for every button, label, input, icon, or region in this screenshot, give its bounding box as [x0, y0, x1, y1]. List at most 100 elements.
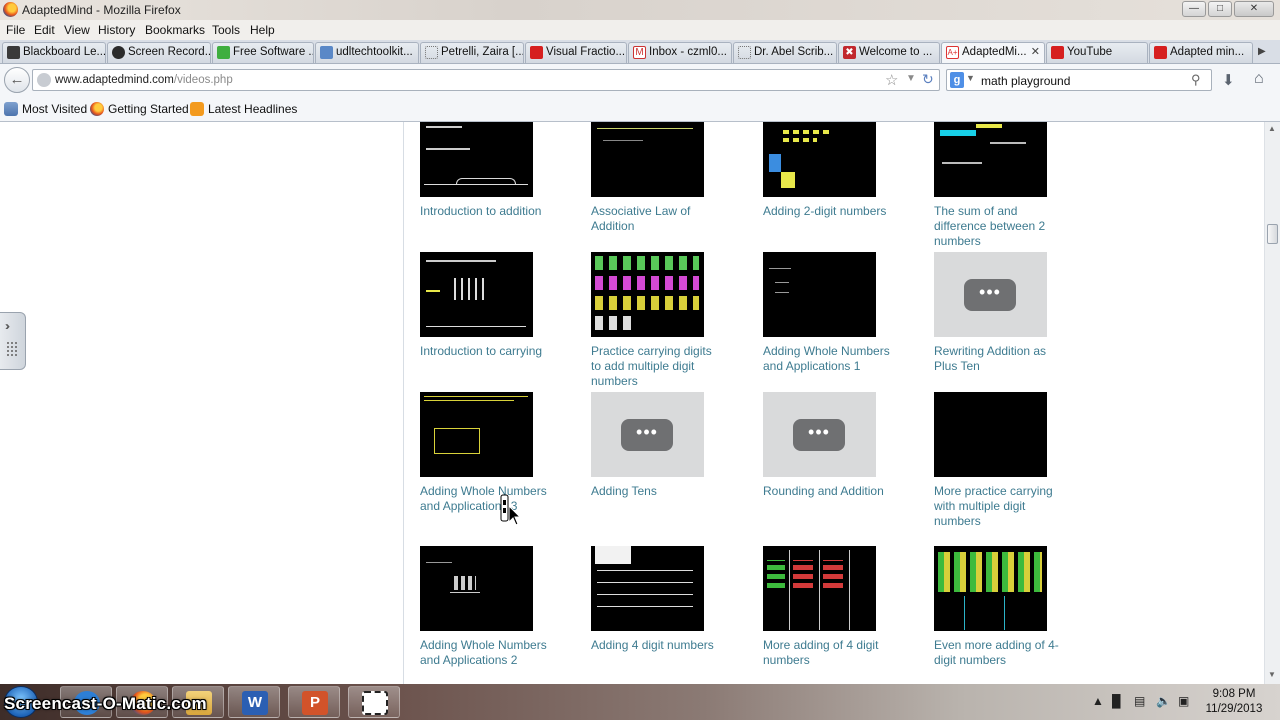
- tab-petrelli[interactable]: Petrelli, Zaira [...: [420, 42, 524, 63]
- tab-free-software[interactable]: Free Software ...: [212, 42, 314, 63]
- video-title-link[interactable]: The sum of and difference between 2 numb…: [934, 204, 1064, 249]
- taskbar-word-button[interactable]: W: [228, 686, 280, 718]
- video-thumbnail[interactable]: [934, 122, 1047, 197]
- video-thumbnail[interactable]: [763, 122, 876, 197]
- video-title-link[interactable]: Associative Law of Addition: [591, 204, 721, 234]
- video-thumbnail[interactable]: [420, 546, 533, 631]
- video-thumbnail[interactable]: [591, 252, 704, 337]
- youtube-icon: [1051, 46, 1064, 59]
- minimize-button[interactable]: —: [1182, 1, 1206, 17]
- video-thumbnail[interactable]: [934, 392, 1047, 477]
- site-identity-icon[interactable]: [37, 73, 51, 87]
- video-thumbnail[interactable]: [763, 252, 876, 337]
- maximize-button[interactable]: □: [1208, 1, 1232, 17]
- star-row: [783, 138, 817, 142]
- video-thumbnail[interactable]: [591, 122, 704, 197]
- video-title-link[interactable]: Practice carrying digits to add multiple…: [591, 344, 721, 389]
- scroll-up-icon[interactable]: ▲: [1268, 124, 1276, 133]
- reload-icon[interactable]: ↻: [922, 71, 934, 88]
- menu-view[interactable]: View: [64, 23, 90, 37]
- tab-udltechtoolkit[interactable]: udltechtoolkit...: [315, 42, 419, 63]
- taskbar-powerpoint-button[interactable]: P: [288, 686, 340, 718]
- column-divider: [1004, 596, 1005, 630]
- video-thumbnail-placeholder[interactable]: •••: [763, 392, 876, 477]
- menu-history[interactable]: History: [98, 23, 135, 37]
- video-thumbnail[interactable]: [420, 392, 533, 477]
- menu-help[interactable]: Help: [250, 23, 275, 37]
- bookmark-star-icon[interactable]: ☆: [885, 71, 898, 89]
- bookmark-label: Getting Started: [108, 102, 189, 116]
- show-hidden-icons-icon[interactable]: ▲: [1092, 694, 1104, 708]
- video-loading-icon: •••: [621, 419, 673, 451]
- tab-welcome[interactable]: ✖ Welcome to ...: [838, 42, 940, 63]
- video-thumbnail[interactable]: [420, 122, 533, 197]
- side-panel-toggle[interactable]: ››: [0, 312, 26, 370]
- hop-arcs: [456, 178, 516, 184]
- tab-blackboard[interactable]: Blackboard Le...: [2, 42, 106, 63]
- chalk-line: [597, 128, 693, 129]
- menu-bookmarks[interactable]: Bookmarks: [145, 23, 205, 37]
- search-icon[interactable]: ⚲: [1191, 72, 1201, 88]
- search-input[interactable]: math playground: [981, 74, 1070, 88]
- usb-device-icon[interactable]: █: [1112, 694, 1121, 708]
- home-icon[interactable]: ⌂: [1254, 70, 1264, 88]
- video-title-link[interactable]: Even more adding of 4-digit numbers: [934, 638, 1064, 668]
- video-title-link[interactable]: Rewriting Addition as Plus Ten: [934, 344, 1064, 374]
- tab-screen-recorder[interactable]: Screen Record...: [107, 42, 211, 63]
- video-title-link[interactable]: Adding 2-digit numbers: [763, 204, 893, 219]
- navigation-bar: ← www.adaptedmind.com/videos.php ☆ ▼ ↻ g…: [0, 64, 1280, 96]
- tab-label: YouTube: [1067, 46, 1113, 58]
- screencast-icon: [112, 46, 125, 59]
- bookmark-most-visited[interactable]: Most Visited: [4, 102, 87, 116]
- video-thumbnail[interactable]: [591, 546, 704, 631]
- video-title-link[interactable]: Introduction to carrying: [420, 344, 550, 359]
- search-engine-dropdown-icon[interactable]: ▼: [966, 73, 975, 83]
- chalk-line: [942, 162, 982, 164]
- new-tab-icon[interactable]: ▶: [1258, 46, 1266, 57]
- tab-inbox[interactable]: M Inbox - czml0...: [628, 42, 732, 63]
- history-dropdown-icon[interactable]: ▼: [906, 73, 916, 84]
- menu-edit[interactable]: Edit: [34, 23, 55, 37]
- tab-adaptedmind-active[interactable]: A+ AdaptedMi... ✕: [941, 42, 1045, 63]
- video-title-link[interactable]: More adding of 4 digit numbers: [763, 638, 893, 668]
- taskbar-snipping-button[interactable]: [348, 686, 400, 718]
- block-row: [976, 124, 1002, 128]
- power-icon[interactable]: ▣: [1178, 694, 1189, 708]
- video-title-link[interactable]: Adding Whole Numbers and Applications 2: [420, 638, 550, 668]
- tab-adapted-mind-youtube[interactable]: Adapted min...: [1149, 42, 1253, 63]
- video-title-link[interactable]: Introduction to addition: [420, 204, 550, 219]
- chalk-digits: [823, 560, 843, 588]
- tab-youtube[interactable]: YouTube: [1046, 42, 1148, 63]
- menu-file[interactable]: File: [6, 23, 25, 37]
- video-thumbnail-placeholder[interactable]: •••: [934, 252, 1047, 337]
- scrollbar-thumb[interactable]: [1267, 224, 1278, 244]
- tab-visual-fractions[interactable]: Visual Fractio...: [525, 42, 627, 63]
- bookmark-getting-started[interactable]: Getting Started: [90, 102, 189, 116]
- video-thumbnail[interactable]: [420, 252, 533, 337]
- page-scrollbar[interactable]: ▲ ▼: [1264, 122, 1280, 684]
- scroll-down-icon[interactable]: ▼: [1268, 670, 1276, 679]
- video-title-link[interactable]: More practice carrying with multiple dig…: [934, 484, 1064, 529]
- volume-icon[interactable]: 🔈: [1156, 694, 1171, 708]
- video-thumbnail[interactable]: [763, 546, 876, 631]
- url-bar[interactable]: www.adaptedmind.com/videos.php ☆ ▼ ↻: [32, 69, 940, 91]
- video-title-link[interactable]: Adding Whole Numbers and Applications 3: [420, 484, 550, 514]
- google-icon[interactable]: g: [950, 72, 964, 88]
- video-thumbnail-placeholder[interactable]: •••: [591, 392, 704, 477]
- video-title-link[interactable]: Rounding and Addition: [763, 484, 893, 499]
- close-window-button[interactable]: ✕: [1234, 1, 1274, 17]
- network-icon[interactable]: ▤: [1134, 694, 1145, 708]
- video-title-link[interactable]: Adding Whole Numbers and Applications 1: [763, 344, 893, 374]
- bookmark-latest-headlines[interactable]: Latest Headlines: [190, 102, 297, 116]
- video-thumbnail[interactable]: [934, 546, 1047, 631]
- menu-tools[interactable]: Tools: [212, 23, 240, 37]
- system-clock[interactable]: 9:08 PM 11/29/2013: [1196, 687, 1272, 717]
- search-bar[interactable]: g ▼ math playground ⚲: [946, 69, 1212, 91]
- tab-dr-abel[interactable]: Dr. Abel Scrib...: [733, 42, 837, 63]
- back-button[interactable]: ←: [4, 67, 30, 93]
- video-title-link[interactable]: Adding 4 digit numbers: [591, 638, 721, 653]
- download-icon[interactable]: ⬇: [1222, 71, 1235, 89]
- video-title-link[interactable]: Adding Tens: [591, 484, 721, 499]
- gmail-icon: M: [633, 46, 646, 59]
- close-tab-icon[interactable]: ✕: [1031, 43, 1040, 62]
